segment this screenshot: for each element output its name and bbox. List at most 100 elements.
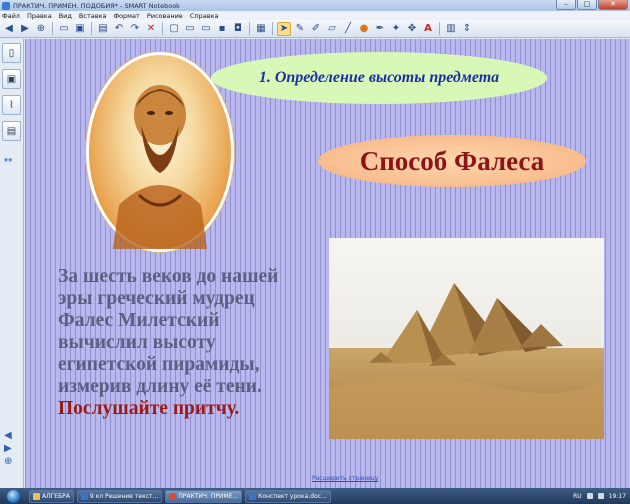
windows-taskbar: АЛГЕБРА 9 кл Решение текст... ПРАКТИЧ. П… — [0, 488, 630, 504]
delete-icon[interactable]: ✕ — [144, 22, 158, 36]
screen-shade-icon[interactable]: ▢ — [167, 22, 181, 36]
display-icon[interactable]: ▭ — [199, 22, 213, 36]
gallery-icon: ▣ — [6, 73, 17, 85]
heading-oval[interactable]: 1. Определение высоты предмета — [211, 52, 547, 104]
taskbar-item[interactable]: АЛГЕБРА — [29, 489, 74, 503]
full-screen-icon[interactable]: ▭ — [183, 22, 197, 36]
forward-icon[interactable]: ▶ — [18, 22, 32, 36]
shape-icon[interactable]: ● — [357, 22, 371, 36]
taskbar-item-active[interactable]: ПРАКТИЧ. ПРИМЕ... — [165, 489, 243, 503]
pen-icon[interactable]: ✎ — [293, 22, 307, 36]
toolbar-options-icon[interactable]: ⇕ — [460, 22, 474, 36]
taskbar-item-label: Конспект урока.doc... — [258, 492, 327, 500]
record-icon[interactable]: ▪ — [215, 22, 229, 36]
menu-format[interactable]: Формат — [113, 12, 139, 20]
pyramids-drawing — [329, 238, 604, 439]
expand-page-link[interactable]: Расширить страницу — [312, 475, 378, 482]
slide-canvas[interactable]: 1. Определение высоты предмета Способ Фа… — [25, 39, 630, 488]
body-line: вычислил высоту — [58, 332, 216, 353]
maximize-button[interactable]: □ — [577, 0, 597, 10]
menu-draw[interactable]: Рисование — [147, 12, 183, 20]
body-line: измерив длину её тени. — [58, 376, 262, 397]
creative-pen-icon[interactable]: ✐ — [309, 22, 323, 36]
pointer-icon[interactable]: ✥ — [405, 22, 419, 36]
taskbar-item-label: 9 кл Решение текст... — [89, 492, 159, 500]
document-camera-icon[interactable]: ◘ — [231, 22, 245, 36]
previous-page-icon[interactable]: ◀ — [4, 430, 12, 441]
side-panel: ▯ ▣ ⌇ ▤ ↔ ◀ ▶ ⊕ — [0, 39, 24, 488]
expand-panel-icon[interactable]: ↔ — [4, 155, 12, 166]
paste-icon[interactable]: ▤ — [96, 22, 110, 36]
menu-file[interactable]: Файл — [2, 12, 20, 20]
text-icon[interactable]: A — [421, 22, 435, 36]
fill-icon[interactable]: ✒ — [373, 22, 387, 36]
word-doc-icon — [249, 492, 257, 500]
properties-tab[interactable]: ▤ — [2, 121, 21, 141]
body-line: эры греческий мудрец — [58, 288, 255, 309]
page-icon: ▯ — [8, 47, 15, 59]
next-page-icon[interactable]: ▶ — [4, 443, 12, 454]
accent-line: Послушайте притчу. — [58, 398, 240, 419]
add-page-side-icon[interactable]: ⊕ — [4, 456, 12, 467]
menu-insert[interactable]: Вставка — [79, 12, 107, 20]
eraser-icon[interactable]: ▱ — [325, 22, 339, 36]
smart-notebook-app-icon — [2, 1, 10, 10]
system-tray: RU 19:17 — [573, 488, 626, 504]
network-icon[interactable] — [586, 493, 593, 499]
windows-logo-icon — [6, 489, 20, 503]
undo-icon[interactable]: ↶ — [112, 22, 126, 36]
back-icon[interactable]: ◀ — [2, 22, 16, 36]
window-title: ПРАКТИЧ. ПРИМЕН. ПОДОБИЯ* - SMART Notebo… — [13, 1, 180, 10]
toolbar-divider — [272, 22, 273, 35]
gallery-tab[interactable]: ▣ — [2, 69, 21, 89]
close-button[interactable]: ✕ — [598, 0, 628, 10]
menu-bar: Файл Правка Вид Вставка Формат Рисование… — [0, 11, 630, 20]
table-icon[interactable]: ▦ — [254, 22, 268, 36]
save-icon[interactable]: ▣ — [73, 22, 87, 36]
toolbar-divider — [91, 22, 92, 35]
clock[interactable]: 19:17 — [609, 493, 626, 500]
word-doc-icon — [80, 492, 88, 500]
taskbar-item-label: АЛГЕБРА — [42, 492, 70, 500]
taskbar-item[interactable]: Конспект урока.doc... — [245, 489, 331, 503]
page-sorter-tab[interactable]: ▯ — [2, 43, 21, 63]
smart-notebook-icon — [169, 492, 177, 500]
main-toolbar: ◀ ▶ ⊕ ▭ ▣ ▤ ↶ ↷ ✕ ▢ ▭ ▭ ▪ ◘ ▦ ➤ ✎ ✐ ▱ ╱ … — [0, 20, 630, 38]
line-icon[interactable]: ╱ — [341, 22, 355, 36]
attachments-tab[interactable]: ⌇ — [2, 95, 21, 115]
language-indicator[interactable]: RU — [573, 493, 582, 500]
start-button[interactable] — [0, 488, 26, 504]
pyramids-photo[interactable] — [329, 238, 604, 439]
magic-pen-icon[interactable]: ✦ — [389, 22, 403, 36]
add-page-icon[interactable]: ⊕ — [34, 22, 48, 36]
taskbar-item-label: ПРАКТИЧ. ПРИМЕ... — [178, 492, 239, 500]
story-text-box[interactable]: За шесть веков до нашей эры греческий му… — [58, 266, 328, 420]
redo-icon[interactable]: ↷ — [128, 22, 142, 36]
body-line: Фалес Милетский — [58, 310, 220, 331]
body-line: За шесть веков до нашей — [58, 266, 279, 287]
method-title-oval[interactable]: Способ Фалеса — [318, 135, 586, 187]
minimize-button[interactable]: – — [556, 0, 576, 10]
properties-icon[interactable]: ▥ — [444, 22, 458, 36]
paperclip-icon: ⌇ — [9, 99, 14, 111]
window-controls: – □ ✕ — [556, 0, 628, 11]
toolbar-divider — [52, 22, 53, 35]
window-titlebar: ПРАКТИЧ. ПРИМЕН. ПОДОБИЯ* - SMART Notebo… — [0, 0, 630, 11]
slide-heading: 1. Определение высоты предмета — [258, 69, 500, 86]
thales-portrait-image[interactable] — [86, 52, 234, 252]
select-icon[interactable]: ➤ — [277, 21, 291, 36]
menu-view[interactable]: Вид — [59, 12, 72, 20]
menu-help[interactable]: Справка — [190, 12, 219, 20]
folder-icon — [33, 492, 40, 500]
body-line: египетской пирамиды, — [58, 354, 260, 375]
menu-edit[interactable]: Правка — [27, 12, 52, 20]
toolbar-divider — [439, 22, 440, 35]
toolbar-divider — [162, 22, 163, 35]
taskbar-item[interactable]: 9 кл Решение текст... — [76, 489, 163, 503]
volume-icon[interactable] — [597, 493, 604, 499]
method-title: Способ Фалеса — [359, 145, 545, 176]
portrait-drawing — [113, 85, 207, 249]
properties-icon: ▤ — [6, 125, 17, 137]
toolbar-divider — [249, 22, 250, 35]
open-icon[interactable]: ▭ — [57, 22, 71, 36]
